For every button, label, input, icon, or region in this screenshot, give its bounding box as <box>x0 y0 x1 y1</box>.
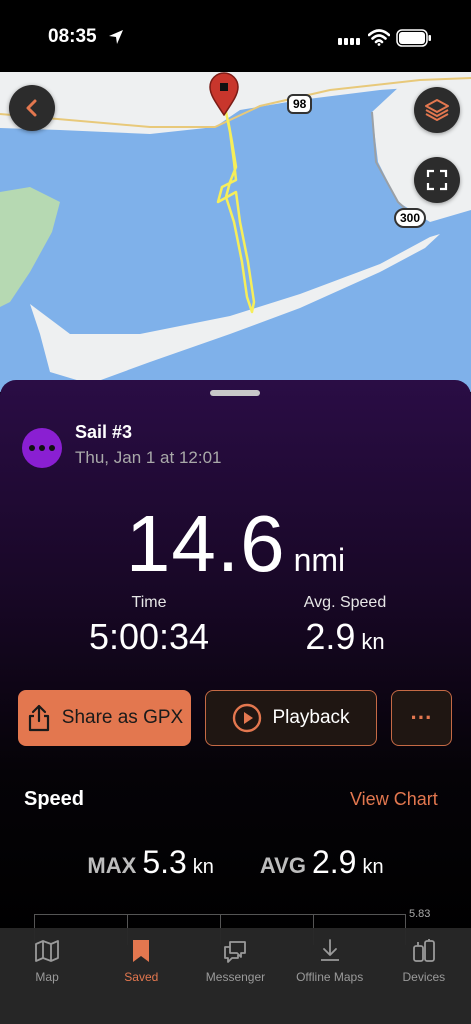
chart-max-label: 5.83 <box>409 908 431 920</box>
more-options-button[interactable]: ··· <box>391 690 452 746</box>
avg-speed-label: Avg. Speed <box>303 594 387 611</box>
map-icon <box>35 940 59 962</box>
tab-messenger[interactable]: Messenger <box>188 938 282 1024</box>
avg-speed-summary-unit: kn <box>362 856 384 878</box>
tab-map-label: Map <box>35 970 59 984</box>
time-stat: Time 5:00:34 <box>64 594 234 658</box>
devices-icon <box>412 939 435 962</box>
avg-speed-value: 2.9 <box>305 616 356 657</box>
tab-saved[interactable]: Saved <box>94 938 188 1024</box>
activity-sheet: Sail #3 Thu, Jan 1 at 12:01 14.6 nmi Time… <box>0 380 471 945</box>
tab-saved-label: Saved <box>124 970 159 984</box>
messenger-icon <box>224 941 247 963</box>
map-layers-button[interactable] <box>414 87 460 133</box>
share-gpx-label: Share as GPX <box>61 707 184 728</box>
wifi-icon <box>368 29 390 46</box>
play-icon <box>233 703 262 733</box>
more-icon: ··· <box>410 705 433 730</box>
speed-summary: MAX 5.3 kn AVG 2.9 kn <box>0 844 471 881</box>
distance-display: 14.6 nmi <box>0 498 471 590</box>
tab-devices-label: Devices <box>402 970 446 984</box>
avg-speed-unit: kn <box>361 629 385 654</box>
tab-offline-maps-label: Offline Maps <box>296 970 364 984</box>
fullscreen-button[interactable] <box>414 157 460 203</box>
max-speed-value: 5.3 <box>142 844 187 880</box>
cellular-signal-icon <box>338 38 360 45</box>
status-time: 08:35 <box>48 26 97 47</box>
tab-bar: Map Saved Messenger Offline Maps Devices <box>0 928 471 1024</box>
layers-icon <box>425 99 449 121</box>
route-98-shield: 98 <box>287 94 313 114</box>
distance-unit: nmi <box>293 542 346 578</box>
tab-devices[interactable]: Devices <box>377 938 471 1024</box>
speed-section-title: Speed <box>24 788 85 810</box>
avg-speed-stat: Avg. Speed 2.9 kn <box>270 594 420 658</box>
playback-button[interactable]: Playback <box>205 690 377 746</box>
time-value: 5:00:34 <box>88 616 210 657</box>
bookmark-icon <box>133 940 150 962</box>
view-chart-link[interactable]: View Chart <box>350 789 438 810</box>
activity-date: Thu, Jan 1 at 12:01 <box>75 448 222 467</box>
status-bar: 08:35 <box>0 0 471 72</box>
chevron-left-icon <box>26 99 37 117</box>
sheet-grabber[interactable] <box>210 390 260 396</box>
time-label: Time <box>131 594 167 611</box>
tab-offline-maps[interactable]: Offline Maps <box>283 938 377 1024</box>
avg-speed-summary-label: AVG <box>259 853 306 878</box>
tab-map[interactable]: Map <box>0 938 94 1024</box>
max-speed-unit: kn <box>192 856 214 878</box>
battery-icon <box>396 29 431 47</box>
activity-type-icon <box>22 428 62 468</box>
map-view[interactable]: 98 300 <box>0 72 471 392</box>
route-start-pin-icon <box>209 72 239 116</box>
route-300-shield: 300 <box>394 208 427 228</box>
download-icon <box>320 939 339 961</box>
distance-value: 14.6 <box>125 499 286 588</box>
share-gpx-button[interactable]: Share as GPX <box>18 690 191 746</box>
share-icon <box>28 704 49 732</box>
playback-label: Playback <box>272 707 350 728</box>
activity-title: Sail #3 <box>75 422 133 442</box>
back-button[interactable] <box>9 85 55 131</box>
tab-messenger-label: Messenger <box>205 970 266 984</box>
location-arrow-icon <box>109 30 123 44</box>
fullscreen-icon <box>426 169 448 191</box>
max-speed-label: MAX <box>87 853 137 878</box>
map-canvas <box>0 72 471 392</box>
avg-speed-summary-value: 2.9 <box>311 844 357 880</box>
